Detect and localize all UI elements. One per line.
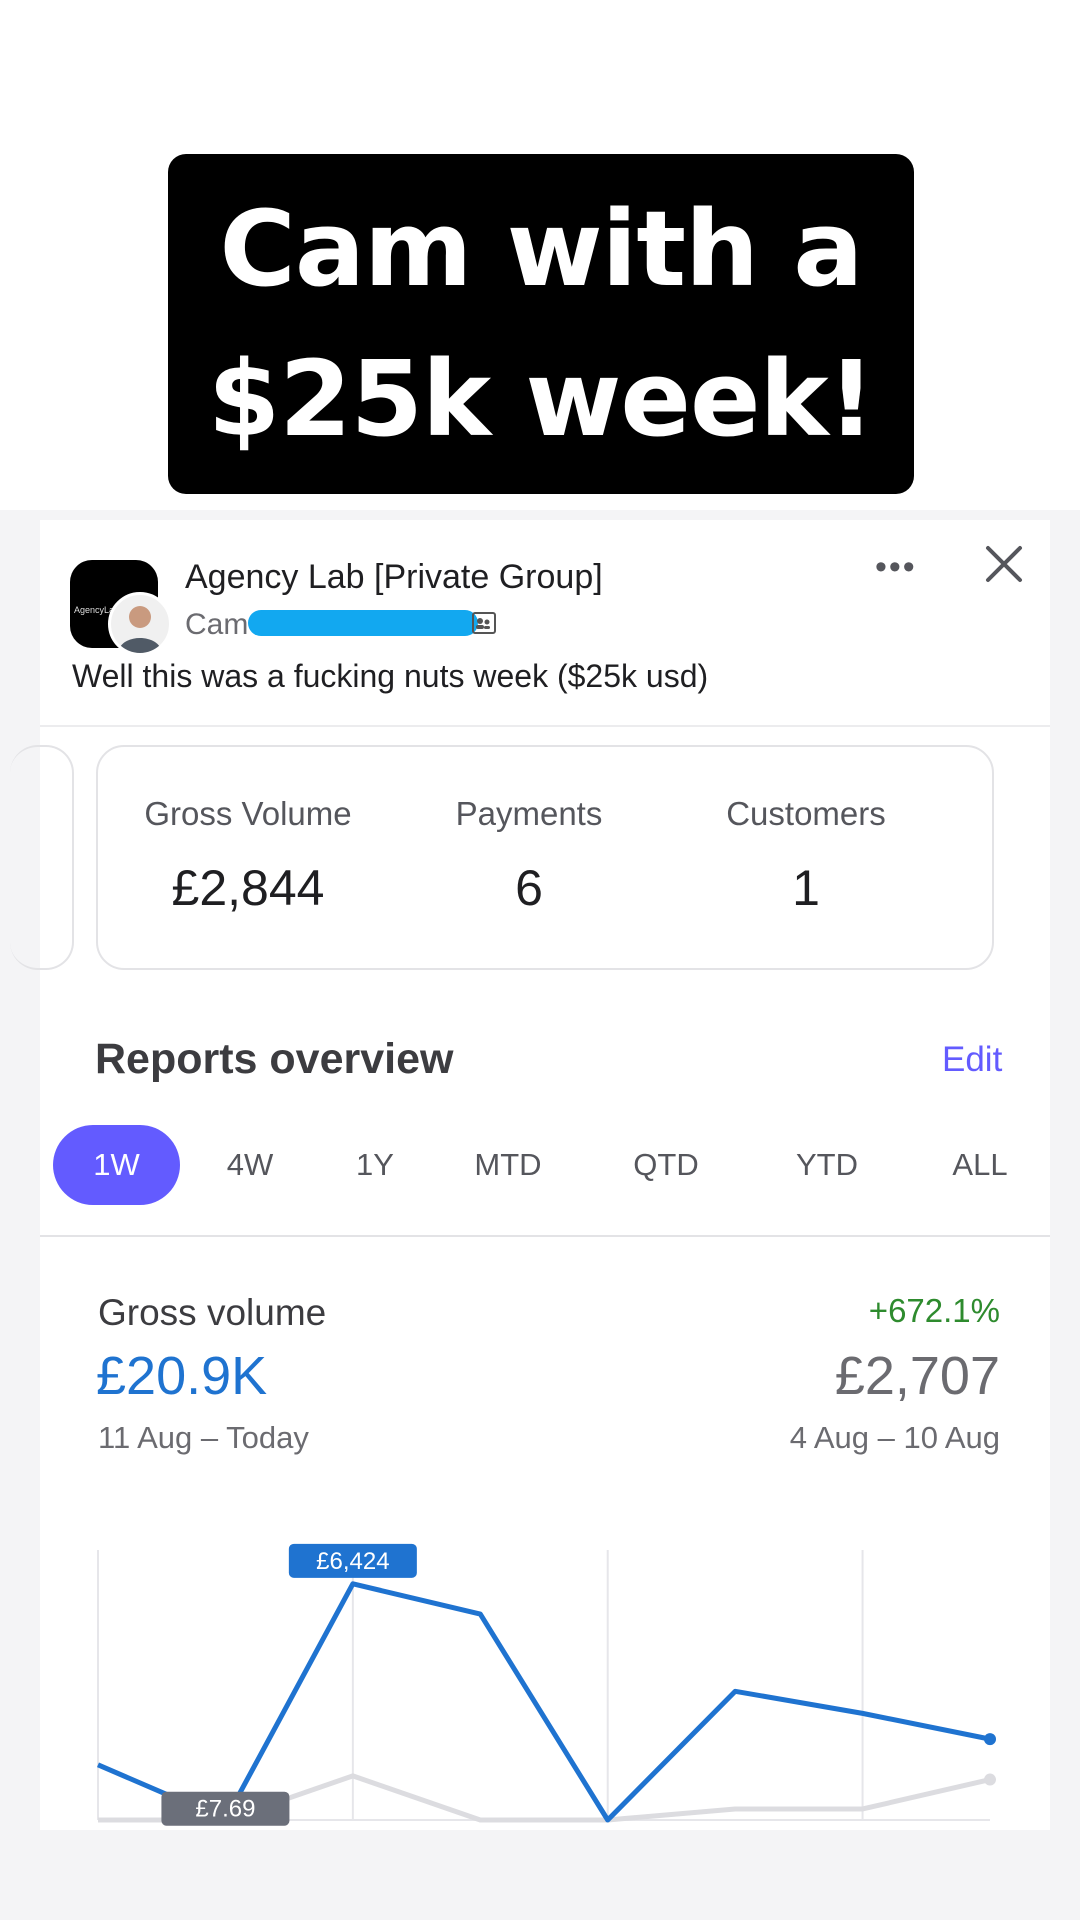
post-text: Well this was a fucking nuts week ($25k … [72, 658, 709, 694]
close-button[interactable] [980, 540, 1028, 588]
stat-label: Gross Volume [144, 795, 352, 832]
tab-1w[interactable]: 1W [53, 1125, 180, 1205]
author-name[interactable]: Cam [185, 608, 248, 642]
stats-card[interactable]: Gross Volume £2,844 Payments 6 Customers… [96, 745, 994, 970]
headline-box: Cam with a $25k week! [168, 154, 914, 494]
author-avatar[interactable] [108, 592, 172, 656]
tab-ytd[interactable]: YTD [777, 1125, 877, 1205]
gross-volume-value: £20.9K [96, 1346, 268, 1406]
data-label: £7.69 [195, 1796, 255, 1823]
group-name[interactable]: Agency Lab [Private Group] [185, 558, 603, 597]
stat-value: £2,844 [171, 860, 325, 916]
divider [40, 1235, 1050, 1237]
series-current-point [984, 1733, 996, 1746]
tab-4w[interactable]: 4W [210, 1125, 290, 1205]
tab-qtd[interactable]: QTD [616, 1125, 716, 1205]
stat-value: 1 [792, 860, 820, 916]
tab-mtd[interactable]: MTD [458, 1125, 558, 1205]
previous-stats-card[interactable] [10, 745, 74, 970]
more-options-button[interactable]: ••• [875, 548, 917, 587]
person-icon [118, 606, 162, 653]
reports-title: Reports overview [95, 1035, 454, 1083]
previous-period-range: 4 Aug – 10 Aug [789, 1420, 1000, 1455]
tab-1y[interactable]: 1Y [340, 1125, 410, 1205]
edit-button[interactable]: Edit [942, 1040, 1002, 1080]
series-previous-point [984, 1773, 996, 1786]
divider [40, 725, 1050, 727]
post-card: AgencyLa Agency Lab [Private Group] Cam … [10, 520, 1050, 1830]
close-icon [986, 546, 1022, 582]
headline-line-1: Cam with a [219, 188, 864, 310]
tab-all[interactable]: ALL [930, 1125, 1030, 1205]
range-tabs: 1W 4W 1Y MTD QTD YTD ALL [50, 1125, 1050, 1205]
group-members-icon [472, 612, 496, 634]
gross-volume-change: +672.1% [868, 1292, 1000, 1329]
gross-volume-title: Gross volume [98, 1292, 327, 1333]
stat-label: Customers [726, 795, 886, 832]
redaction-scribble [248, 610, 478, 636]
previous-period-value: £2,707 [834, 1346, 1000, 1406]
data-label: £6,424 [316, 1548, 389, 1575]
gross-volume-chart[interactable]: £6,424 £7.69 [40, 1460, 1050, 1840]
gross-volume-range: 11 Aug – Today [98, 1420, 309, 1455]
stat-label: Payments [455, 795, 603, 832]
headline-line-2: $25k week! [207, 338, 875, 460]
group-logo-text: AgencyLa [74, 605, 115, 615]
stat-value: 6 [515, 860, 543, 916]
series-current-line [97, 1581, 991, 1823]
